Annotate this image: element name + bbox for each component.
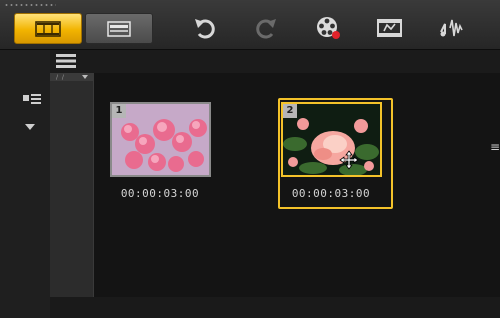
scroll-right-icon[interactable]: ≡ bbox=[490, 140, 500, 154]
undo-button[interactable] bbox=[190, 14, 220, 42]
bottom-strip bbox=[50, 297, 500, 318]
record-capture-button[interactable] bbox=[313, 14, 343, 42]
list-view-icon[interactable] bbox=[54, 52, 78, 70]
sound-mixer-button[interactable] bbox=[437, 14, 467, 42]
clip-thumbnail[interactable]: 1 bbox=[110, 102, 211, 177]
sound-mixer-icon bbox=[440, 19, 463, 37]
clip-thumbnail[interactable]: 2 bbox=[281, 102, 382, 177]
record-capture-icon bbox=[317, 17, 340, 39]
rail-header[interactable]: / / bbox=[50, 73, 94, 81]
clip-number: 1 bbox=[112, 104, 126, 118]
redo-icon bbox=[256, 19, 276, 39]
drag-grip[interactable] bbox=[4, 3, 56, 7]
rail-markers: / / bbox=[56, 74, 65, 81]
collapse-arrow-icon[interactable] bbox=[25, 124, 35, 130]
timeline-icon bbox=[107, 20, 131, 37]
clip-number: 2 bbox=[283, 104, 297, 118]
track-panel bbox=[0, 50, 50, 318]
storyboard-rail: / / bbox=[50, 73, 94, 297]
move-cursor-icon bbox=[339, 150, 359, 170]
timeline-view-button[interactable] bbox=[85, 13, 153, 44]
main-toolbar bbox=[0, 0, 500, 50]
clip-duration: 00:00:03:00 bbox=[120, 187, 200, 200]
redo-button[interactable] bbox=[251, 14, 281, 42]
film-strip-icon bbox=[35, 20, 61, 37]
clip-image-pink-rose bbox=[283, 104, 380, 175]
auto-music-icon bbox=[377, 19, 402, 37]
undo-icon bbox=[195, 19, 215, 39]
clip-duration: 00:00:03:00 bbox=[291, 187, 371, 200]
sub-toolbar bbox=[50, 50, 500, 74]
auto-music-button[interactable] bbox=[375, 14, 405, 42]
clip-image-pink-blossoms bbox=[112, 104, 209, 175]
storyboard-view-button[interactable] bbox=[14, 13, 82, 44]
track-manager-icon[interactable] bbox=[22, 93, 44, 105]
